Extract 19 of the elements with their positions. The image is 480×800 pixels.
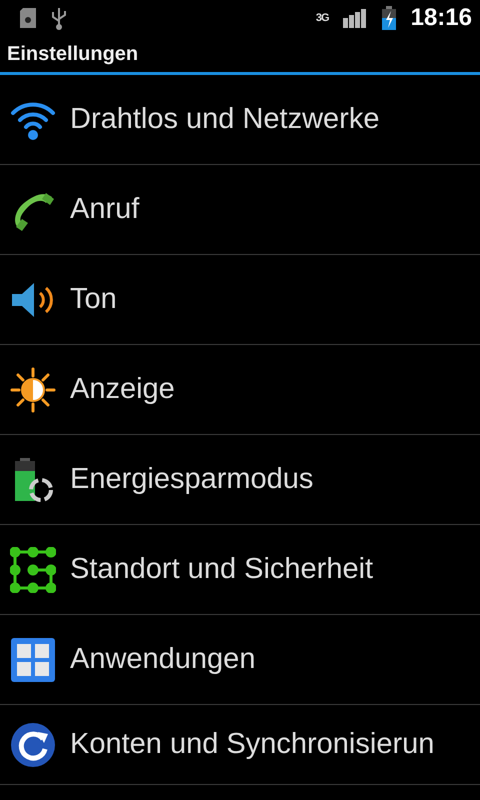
sun-icon	[10, 366, 56, 412]
settings-item[interactable]: Energiesparmodus	[0, 435, 480, 525]
settings-item[interactable]: Ton	[0, 255, 480, 345]
sync-icon	[10, 722, 56, 768]
screen-title: Einstellungen	[7, 42, 138, 66]
pattern-lock-icon	[10, 546, 56, 592]
settings-item[interactable]: Anwendungen	[0, 615, 480, 705]
apps-grid-icon	[10, 636, 56, 682]
settings-item[interactable]: Anzeige	[0, 345, 480, 435]
settings-item[interactable]: Drahtlos und Netzwerke	[0, 75, 480, 165]
usb-icon	[50, 6, 68, 30]
battery-charging-icon	[380, 6, 397, 30]
network-type: 3G	[316, 12, 329, 24]
settings-item[interactable]: Anruf	[0, 165, 480, 255]
signal-icon	[342, 8, 367, 28]
sd-card-icon	[20, 8, 36, 28]
settings-item[interactable]: Standort und Sicherheit	[0, 525, 480, 615]
clock-time: 18:16	[410, 4, 472, 32]
settings-item[interactable]: Konten und Synchronisierun	[0, 705, 480, 785]
